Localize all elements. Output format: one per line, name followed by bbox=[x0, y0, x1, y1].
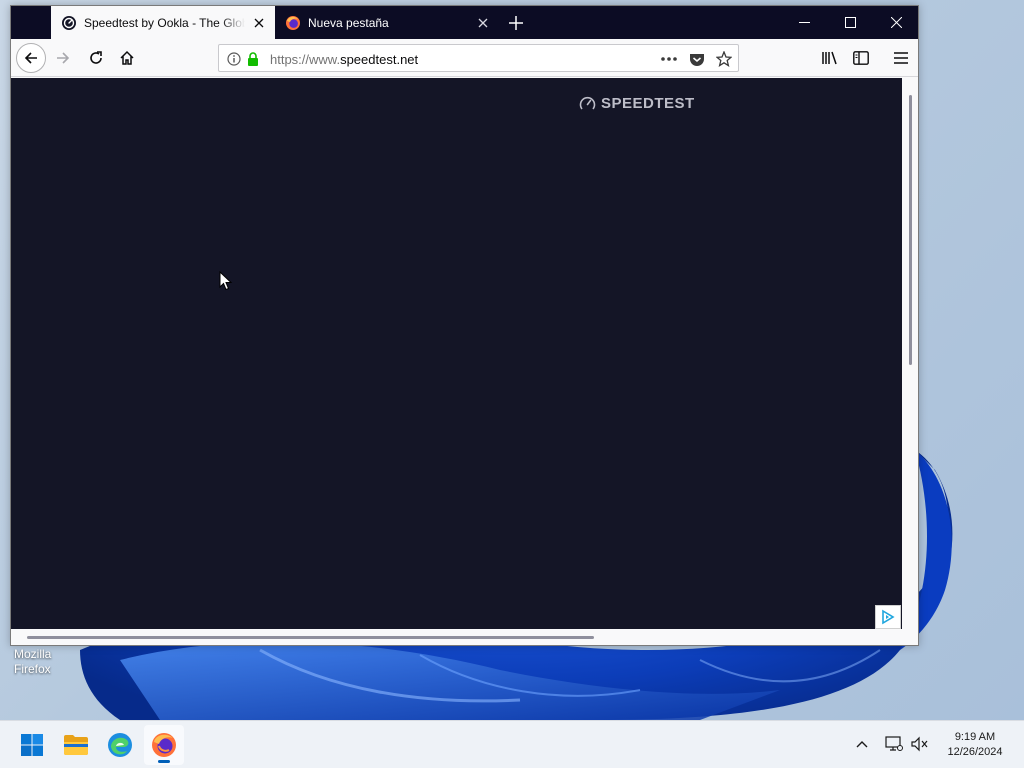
reload-button[interactable] bbox=[82, 44, 110, 72]
minimize-button[interactable] bbox=[781, 6, 827, 39]
folder-icon bbox=[64, 735, 88, 755]
arrow-left-icon bbox=[24, 52, 37, 64]
new-tab-button[interactable] bbox=[505, 12, 527, 34]
horizontal-scrollbar-thumb[interactable] bbox=[27, 636, 594, 639]
close-icon bbox=[890, 17, 902, 28]
navigation-toolbar: https://www.speedtest.net bbox=[11, 39, 918, 77]
adchoices-badge[interactable] bbox=[875, 605, 901, 629]
arrow-right-icon bbox=[57, 52, 70, 64]
sidebar-button[interactable] bbox=[847, 44, 875, 72]
network-tray-button[interactable] bbox=[884, 734, 904, 754]
library-button[interactable] bbox=[816, 44, 844, 72]
tab-title-speedtest: Speedtest by Ookla - The Global Broadban… bbox=[84, 15, 245, 30]
speedtest-gauge-icon bbox=[579, 96, 596, 110]
vertical-scrollbar[interactable] bbox=[902, 78, 918, 629]
firefox-favicon-icon bbox=[286, 15, 300, 30]
taskbar-file-explorer[interactable] bbox=[56, 725, 96, 765]
url-bar[interactable]: https://www.speedtest.net bbox=[218, 44, 739, 72]
maximize-button[interactable] bbox=[827, 6, 873, 39]
hamburger-menu-icon bbox=[894, 52, 908, 64]
menu-button[interactable] bbox=[887, 44, 915, 72]
bookmark-star-icon[interactable] bbox=[715, 50, 733, 68]
desktop-icon-label-line1: Mozilla bbox=[14, 647, 52, 661]
desktop-icon-label-line2: Firefox bbox=[14, 662, 51, 676]
adchoices-icon bbox=[882, 609, 895, 625]
speedtest-logo-text: SPEEDTEST bbox=[601, 95, 695, 112]
home-button[interactable] bbox=[113, 44, 141, 72]
lock-icon[interactable] bbox=[244, 50, 262, 68]
tab-close-icon[interactable] bbox=[251, 15, 267, 31]
forward-button[interactable] bbox=[49, 44, 77, 72]
show-hidden-icons-button[interactable] bbox=[852, 734, 872, 754]
taskbar-edge[interactable] bbox=[100, 725, 140, 765]
url-domain: speedtest.net bbox=[340, 52, 419, 67]
vertical-scrollbar-thumb[interactable] bbox=[909, 95, 912, 365]
edge-icon bbox=[108, 733, 132, 757]
reload-icon bbox=[90, 51, 102, 64]
horizontal-scrollbar[interactable] bbox=[11, 629, 918, 645]
library-icon bbox=[822, 51, 837, 65]
speedtest-favicon-icon bbox=[62, 15, 76, 30]
home-icon bbox=[120, 50, 134, 65]
mouse-cursor-icon bbox=[219, 271, 233, 291]
chevron-up-icon bbox=[856, 741, 868, 748]
clock-time: 9:19 AM bbox=[954, 731, 996, 743]
tab-close-icon[interactable] bbox=[475, 15, 491, 31]
back-button[interactable] bbox=[16, 43, 46, 73]
speedtest-logo[interactable]: SPEEDTEST bbox=[579, 95, 695, 112]
tab-speedtest[interactable]: Speedtest by Ookla - The Global Broadban… bbox=[51, 6, 275, 39]
start-button[interactable] bbox=[12, 725, 52, 765]
taskbar-firefox[interactable] bbox=[144, 725, 184, 765]
tab-strip: Speedtest by Ookla - The Global Broadban… bbox=[11, 6, 918, 39]
url-prefix: https://www. bbox=[270, 52, 341, 67]
close-window-button[interactable] bbox=[873, 6, 919, 39]
tab-new-tab[interactable]: Nueva pestaña bbox=[275, 6, 499, 39]
clock-date: 12/26/2024 bbox=[947, 746, 1003, 758]
tab-title-new-tab: Nueva pestaña bbox=[308, 15, 389, 30]
firefox-window: Speedtest by Ookla - The Global Broadban… bbox=[10, 5, 919, 646]
info-icon[interactable] bbox=[225, 50, 243, 68]
windows-start-icon bbox=[21, 734, 43, 756]
url-text[interactable]: https://www.speedtest.net bbox=[270, 52, 418, 67]
page-actions-icon[interactable] bbox=[660, 50, 678, 68]
page-content: SPEEDTEST bbox=[11, 78, 902, 629]
firefox-icon bbox=[152, 733, 176, 757]
taskbar-clock[interactable]: 9:19 AM 12/26/2024 bbox=[936, 730, 1014, 760]
taskbar: 9:19 AM 12/26/2024 bbox=[0, 720, 1024, 768]
network-monitor-icon bbox=[885, 736, 903, 751]
active-app-indicator bbox=[158, 760, 170, 763]
maximize-icon bbox=[844, 17, 856, 28]
desktop-icon-firefox[interactable]: Mozilla Firefox bbox=[14, 647, 68, 677]
pocket-icon[interactable] bbox=[688, 50, 706, 68]
volume-tray-button[interactable] bbox=[910, 734, 930, 754]
minimize-icon bbox=[798, 22, 810, 23]
sidebar-icon bbox=[853, 51, 869, 65]
plus-icon bbox=[509, 16, 523, 30]
speaker-muted-icon bbox=[911, 736, 928, 752]
